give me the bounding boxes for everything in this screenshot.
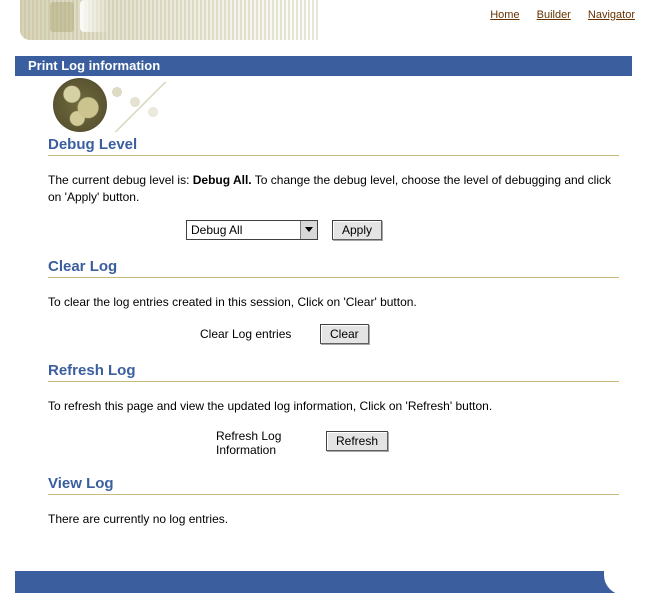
refresh-button[interactable]: Refresh [326, 431, 388, 451]
header-decor [20, 0, 320, 40]
chevron-down-icon [300, 221, 317, 239]
header-globe-decor [15, 76, 195, 136]
refresh-log-description: To refresh this page and view the update… [48, 398, 619, 415]
page-root: Home Builder Navigator Print Log informa… [0, 0, 647, 605]
title-bar: Print Log information [15, 56, 632, 76]
divider [48, 494, 619, 495]
clear-button[interactable]: Clear [320, 324, 369, 344]
view-log-section: View Log There are currently no log entr… [48, 475, 619, 528]
view-log-heading: View Log [48, 475, 619, 492]
clear-log-section: Clear Log To clear the log entries creat… [48, 258, 619, 345]
debug-level-description: The current debug level is: Debug All. T… [48, 172, 619, 206]
divider [48, 277, 619, 278]
globe-icon [53, 78, 107, 132]
nav-home-link[interactable]: Home [490, 9, 519, 21]
refresh-log-label: Refresh Log Information [216, 429, 316, 457]
clear-log-heading: Clear Log [48, 258, 619, 275]
refresh-label-line2: Information [216, 443, 276, 457]
view-log-empty-message: There are currently no log entries. [48, 511, 619, 528]
clear-log-description: To clear the log entries created in this… [48, 294, 619, 311]
divider [48, 381, 619, 382]
top-nav: Home Builder Navigator [476, 9, 635, 21]
nav-navigator-link[interactable]: Navigator [588, 9, 635, 21]
refresh-log-heading: Refresh Log [48, 362, 619, 379]
debug-level-heading: Debug Level [48, 136, 619, 153]
clear-log-control-row: Clear Log entries Clear [48, 324, 619, 344]
refresh-log-section: Refresh Log To refresh this page and vie… [48, 362, 619, 457]
refresh-log-control-row: Refresh Log Information Refresh [48, 429, 619, 457]
debug-level-select[interactable]: Debug All [186, 220, 318, 240]
divider [48, 155, 619, 156]
debug-level-control-row: Debug All Apply [48, 220, 619, 240]
refresh-label-line1: Refresh Log [216, 429, 281, 443]
footer-notch-decor [604, 569, 632, 595]
debug-desc-pre: The current debug level is: [48, 173, 193, 187]
main-content: Debug Level The current debug level is: … [48, 136, 619, 542]
nav-builder-link[interactable]: Builder [537, 9, 571, 21]
apply-button[interactable]: Apply [332, 220, 382, 240]
footer-bar [15, 571, 632, 593]
page-title: Print Log information [15, 56, 632, 76]
debug-level-section: Debug Level The current debug level is: … [48, 136, 619, 240]
clear-log-label: Clear Log entries [200, 327, 310, 341]
debug-level-select-value: Debug All [187, 222, 300, 238]
debug-current-level: Debug All. [193, 173, 252, 187]
